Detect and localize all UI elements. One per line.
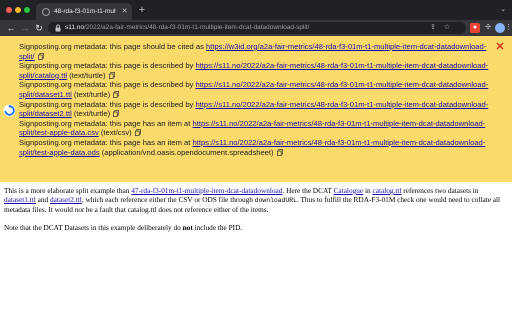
- emphasis-not: not: [74, 205, 85, 215]
- download-url-code: downloadURL: [254, 197, 297, 205]
- signposting-prefix: Signposting.org metadata: this page is d…: [19, 99, 196, 109]
- signposting-line: Signposting.org metadata: this page is d…: [19, 61, 491, 80]
- signposting-suffix: (text/csv): [98, 128, 132, 138]
- text: This is a more elaborate split example t…: [4, 186, 132, 195]
- catalogue-link[interactable]: Catalogue: [334, 186, 364, 195]
- kebab-menu-icon[interactable]: ⋮: [505, 23, 512, 33]
- signposting-line: Signposting.org metadata: this page has …: [19, 138, 491, 157]
- window-close-button[interactable]: [6, 7, 12, 13]
- lock-icon[interactable]: [54, 24, 62, 32]
- text: include the PID.: [192, 222, 243, 232]
- example-47-link[interactable]: 47-rda-f3-01m-t1-multiple-item-dcat-data…: [131, 186, 282, 195]
- refresh-icon[interactable]: [3, 104, 16, 117]
- globe-icon: [42, 8, 50, 16]
- text: and: [35, 195, 51, 205]
- signposting-line: Signposting.org metadata: this page is d…: [19, 100, 491, 119]
- url-text[interactable]: s11.no/2022/a2a-fair-metrics/48-rda-f3-0…: [65, 22, 420, 34]
- dataset2-ttl-link[interactable]: dataset2.ttl: [50, 195, 82, 204]
- bookmark-star-icon[interactable]: ☆: [442, 23, 452, 33]
- signposting-line: Signposting.org metadata: this page has …: [19, 119, 491, 138]
- page-content: This is a more elaborate split example t…: [4, 186, 506, 240]
- copy-icon[interactable]: [134, 129, 141, 137]
- text: , which each reference either the CSV or…: [81, 195, 255, 205]
- copy-icon[interactable]: [113, 91, 120, 98]
- signposting-list: Signposting.org metadata: this page shou…: [19, 42, 491, 157]
- copy-icon[interactable]: [113, 110, 120, 118]
- copy-icon[interactable]: [108, 71, 115, 79]
- puzzle-icon[interactable]: ✣: [483, 23, 493, 33]
- signposting-suffix: (application/vnd.oasis.opendocument.spre…: [99, 147, 274, 157]
- new-tab-plus-icon[interactable]: +: [136, 4, 148, 16]
- share-icon[interactable]: ⇪: [428, 23, 438, 33]
- tab-close-icon[interactable]: ✕: [120, 6, 129, 17]
- window-minimize-button[interactable]: [15, 7, 21, 13]
- signposting-line: Signposting.org metadata: this page shou…: [19, 42, 491, 61]
- close-icon[interactable]: ✕: [494, 41, 506, 53]
- dataset1-ttl-link[interactable]: dataset1.ttl: [4, 195, 36, 204]
- signposting-suffix: (text/turtle): [71, 89, 111, 99]
- tab-title: 48-rda-f3-01m-t1-multiple-ite: [54, 8, 116, 15]
- signposting-prefix: Signposting.org metadata: this page shou…: [19, 42, 207, 51]
- signposting-suffix: (text/turtle): [71, 109, 111, 119]
- browser-tab[interactable]: 48-rda-f3-01m-t1-multiple-ite ✕: [36, 3, 132, 20]
- text: references two datasets in: [401, 186, 479, 195]
- back-arrow-icon[interactable]: ←: [5, 22, 17, 34]
- text: Note that the DCAT Datasets in this exam…: [4, 222, 183, 232]
- browser-tab-strip: 48-rda-f3-01m-t1-multiple-ite ✕ + ⌄: [0, 0, 512, 20]
- forward-arrow-icon[interactable]: →: [19, 22, 31, 34]
- signposting-suffix: (text/turtle): [67, 70, 106, 80]
- signposting-prefix: Signposting.org metadata: this page is d…: [19, 80, 196, 90]
- copy-icon[interactable]: [276, 148, 283, 156]
- signposting-prefix: Signposting.org metadata: this page has …: [19, 118, 193, 128]
- copy-icon[interactable]: [37, 52, 44, 60]
- extension-icon[interactable]: ●: [470, 23, 480, 33]
- url-host: s11.no: [65, 24, 85, 31]
- catalog-ttl-link[interactable]: catalog.ttl: [372, 186, 401, 195]
- intro-paragraph: This is a more elaborate split example t…: [4, 186, 506, 215]
- browser-toolbar: ← → ↻ s11.no/2022/a2a-fair-metrics/48-rd…: [0, 20, 512, 36]
- note-paragraph: Note that the DCAT Datasets in this exam…: [4, 223, 506, 232]
- profile-avatar[interactable]: [495, 23, 505, 33]
- url-path: /2022/a2a-fair-metrics/48-rda-f3-01m-t1-…: [84, 24, 310, 31]
- signposting-line: Signposting.org metadata: this page is d…: [19, 80, 491, 99]
- bold-not: not: [182, 222, 193, 232]
- signposting-prefix: Signposting.org metadata: this page is d…: [19, 61, 196, 71]
- window-maximize-button[interactable]: [24, 7, 30, 13]
- signposting-banner: ✕ Signposting.org metadata: this page sh…: [0, 36, 512, 182]
- tab-search-chevron-icon[interactable]: ⌄: [498, 5, 508, 15]
- text: be a fault that catalog.ttl does not ref…: [84, 205, 269, 215]
- signposting-prefix: Signposting.org metadata: this page has …: [19, 137, 193, 147]
- reload-icon[interactable]: ↻: [33, 22, 45, 34]
- text: . Here the DCAT: [282, 186, 334, 195]
- address-bar[interactable]: s11.no/2022/a2a-fair-metrics/48-rda-f3-0…: [48, 22, 466, 34]
